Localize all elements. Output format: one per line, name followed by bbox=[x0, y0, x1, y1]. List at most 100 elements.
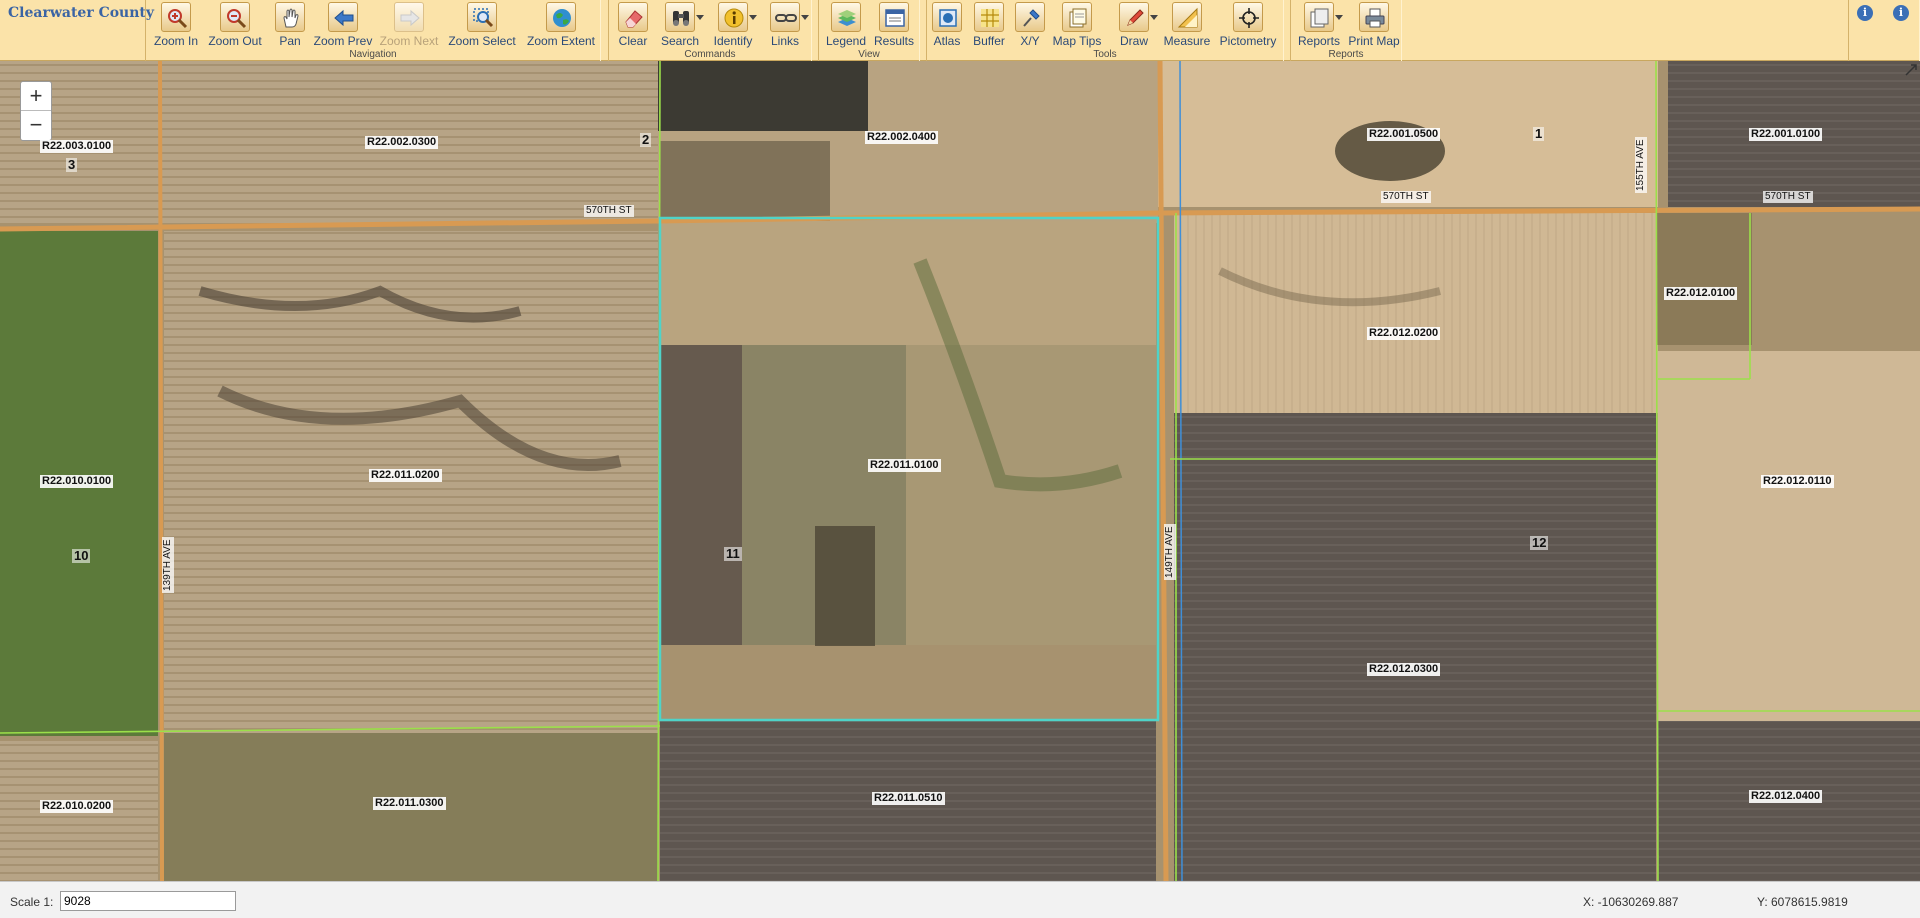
identify-button[interactable]: Identify bbox=[709, 2, 757, 48]
xy-button[interactable]: X/Y bbox=[1013, 2, 1047, 48]
atlas-icon bbox=[932, 2, 962, 32]
parcel-label[interactable]: R22.012.0300 bbox=[1367, 663, 1441, 676]
zoom-prev-button[interactable]: Zoom Prev bbox=[312, 2, 374, 48]
parcel-label[interactable]: R22.003.0100 bbox=[40, 140, 114, 153]
parcel-label[interactable]: R22.002.0300 bbox=[365, 136, 439, 149]
map-tips-button[interactable]: Map Tips bbox=[1049, 2, 1105, 48]
map-zoom-in-button[interactable]: + bbox=[21, 82, 51, 111]
legend-label: Legend bbox=[825, 34, 867, 48]
clear-button[interactable]: Clear bbox=[613, 2, 653, 48]
zoom-extent-label: Zoom Extent bbox=[526, 34, 596, 48]
reports-button[interactable]: Reports bbox=[1293, 2, 1345, 48]
reports-icon bbox=[1304, 2, 1343, 32]
section-number: 2 bbox=[640, 132, 652, 147]
y-coordinate-readout: Y: 6078615.9819 bbox=[1757, 895, 1848, 909]
parcel-label[interactable]: R22.001.0100 bbox=[1749, 128, 1823, 141]
map-tips-icon bbox=[1062, 2, 1092, 32]
results-window-icon bbox=[879, 2, 909, 32]
section-number: 11 bbox=[724, 546, 742, 561]
road-label: 570TH ST bbox=[1763, 191, 1813, 203]
info-icon[interactable]: i bbox=[1857, 5, 1873, 21]
measure-button[interactable]: Measure bbox=[1161, 2, 1213, 48]
x-coordinate-readout: X: -10630269.887 bbox=[1583, 895, 1679, 909]
links-button[interactable]: Links bbox=[761, 2, 809, 48]
zoom-in-icon bbox=[161, 2, 191, 32]
parcel-label[interactable]: R22.011.0200 bbox=[369, 469, 442, 482]
draw-label: Draw bbox=[1119, 34, 1148, 48]
pushpin-icon bbox=[1015, 2, 1045, 32]
arrow-right-icon bbox=[394, 2, 424, 32]
zoom-select-icon bbox=[467, 2, 497, 32]
zoom-out-button[interactable]: Zoom Out bbox=[206, 2, 264, 48]
xy-label: X/Y bbox=[1020, 34, 1040, 48]
eraser-icon bbox=[618, 2, 648, 32]
links-label: Links bbox=[770, 34, 799, 48]
pan-hand-icon bbox=[275, 2, 305, 32]
measure-label: Measure bbox=[1163, 34, 1211, 48]
pictometry-button[interactable]: Pictometry bbox=[1215, 2, 1281, 48]
parcel-label[interactable]: R22.011.0300 bbox=[373, 797, 446, 810]
parcel-label[interactable]: R22.011.0510 bbox=[872, 792, 945, 805]
print-map-button[interactable]: Print Map bbox=[1347, 2, 1401, 48]
pan-button[interactable]: Pan bbox=[270, 2, 310, 48]
chain-link-icon bbox=[770, 2, 809, 32]
section-number: 10 bbox=[72, 548, 91, 563]
clear-label: Clear bbox=[618, 34, 648, 48]
zoom-prev-label: Zoom Prev bbox=[313, 34, 373, 48]
map-zoom-out-button[interactable]: − bbox=[21, 111, 51, 140]
zoom-control: + − bbox=[20, 81, 52, 141]
parcel-label[interactable]: R22.012.0100 bbox=[1664, 287, 1738, 300]
help-info-icon[interactable]: i bbox=[1893, 5, 1909, 21]
buffer-label: Buffer bbox=[973, 34, 1005, 48]
group-reports: Reports Print Map Reports bbox=[1290, 0, 1402, 61]
navigation-group-label: Navigation bbox=[349, 49, 397, 60]
road-label: 139TH AVE bbox=[162, 537, 174, 593]
expand-icon[interactable] bbox=[1904, 63, 1918, 77]
zoom-out-icon bbox=[220, 2, 250, 32]
toolbar: Clearwater County Zoom In Zoom Out Pan Z… bbox=[0, 0, 1920, 61]
section-number: 12 bbox=[1530, 535, 1549, 550]
parcel-label[interactable]: R22.012.0400 bbox=[1749, 790, 1823, 803]
parcel-label[interactable]: R22.010.0100 bbox=[40, 475, 114, 488]
parcel-label[interactable]: R22.001.0500 bbox=[1367, 128, 1441, 141]
app-title: Clearwater County bbox=[8, 5, 155, 21]
buffer-grid-icon bbox=[974, 2, 1004, 32]
parcel-label[interactable]: R22.002.0400 bbox=[865, 131, 939, 144]
scale-input[interactable] bbox=[60, 891, 236, 911]
section-number: 3 bbox=[66, 157, 78, 172]
parcel-label[interactable]: R22.011.0100 bbox=[868, 459, 941, 472]
identify-icon bbox=[718, 2, 757, 32]
group-navigation: Zoom In Zoom Out Pan Zoom Prev Zoom Next… bbox=[145, 0, 601, 61]
zoom-in-button[interactable]: Zoom In bbox=[152, 2, 200, 48]
legend-layers-icon bbox=[831, 2, 861, 32]
parcel-label[interactable]: R22.010.0200 bbox=[40, 800, 114, 813]
results-button[interactable]: Results bbox=[871, 2, 917, 48]
legend-button[interactable]: Legend bbox=[823, 2, 869, 48]
draw-button[interactable]: Draw bbox=[1109, 2, 1159, 48]
parcel-label[interactable]: R22.012.0200 bbox=[1367, 327, 1441, 340]
map-tips-label: Map Tips bbox=[1052, 34, 1102, 48]
group-tools: Atlas Buffer X/Y Map Tips Draw Measure P… bbox=[926, 0, 1284, 61]
map-view[interactable]: + − R22.003.0100 R22.002.0300 R22.002.04… bbox=[0, 61, 1920, 881]
zoom-select-button[interactable]: Zoom Select bbox=[446, 2, 518, 48]
tools-group-label: Tools bbox=[1093, 49, 1117, 60]
crosshair-icon bbox=[1233, 2, 1263, 32]
road-label: 570TH ST bbox=[584, 205, 634, 217]
ruler-triangle-icon bbox=[1172, 2, 1202, 32]
road-label: 155TH AVE bbox=[1635, 137, 1647, 193]
parcel-label[interactable]: R22.012.0110 bbox=[1761, 475, 1834, 488]
zoom-extent-button[interactable]: Zoom Extent bbox=[524, 2, 598, 48]
pan-label: Pan bbox=[279, 34, 301, 48]
zoom-next-button[interactable]: Zoom Next bbox=[378, 2, 440, 48]
road-label: 570TH ST bbox=[1381, 191, 1431, 203]
scale-label: Scale 1: bbox=[10, 895, 54, 909]
buffer-button[interactable]: Buffer bbox=[969, 2, 1009, 48]
zoom-out-label: Zoom Out bbox=[208, 34, 262, 48]
pencil-icon bbox=[1119, 2, 1158, 32]
view-group-label: View bbox=[858, 49, 880, 60]
search-label: Search bbox=[660, 34, 700, 48]
print-map-label: Print Map bbox=[1348, 34, 1400, 48]
search-button[interactable]: Search bbox=[655, 2, 705, 48]
atlas-button[interactable]: Atlas bbox=[929, 2, 965, 48]
zoom-select-label: Zoom Select bbox=[448, 34, 516, 48]
